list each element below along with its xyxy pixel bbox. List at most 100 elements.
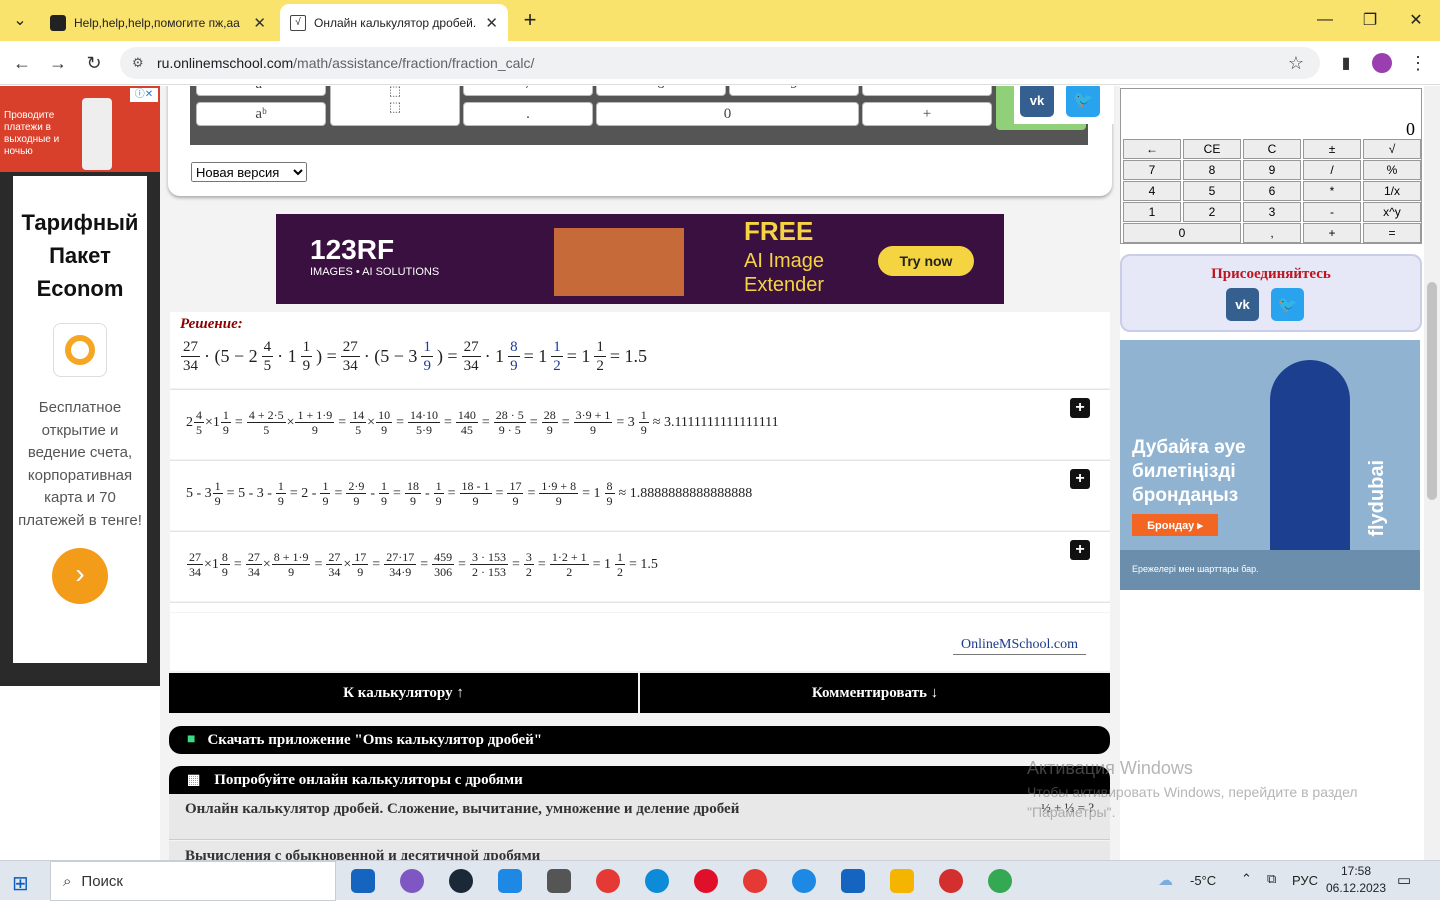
app3-icon[interactable] [939,869,963,893]
key-plus[interactable]: + [862,102,992,126]
close-tab-icon[interactable]: ✕ [253,14,266,32]
side-calc-key[interactable]: , [1243,223,1301,243]
side-calc-key[interactable]: 1/x [1363,181,1421,201]
yandex-icon[interactable] [596,869,620,893]
side-calc-key[interactable]: 7 [1123,160,1181,180]
side-calc-key[interactable]: CE [1183,139,1241,159]
tab-search-icon[interactable]: ⌄ [8,8,32,32]
side-calc-key[interactable]: 5 [1183,181,1241,201]
new-tab-button[interactable]: + [518,7,542,32]
fraction-key[interactable]: ⬚ ⬚ [330,86,460,126]
bookmark-star-icon[interactable]: ☆ [1288,53,1304,74]
chevron-up-icon[interactable]: ⌃ [1241,871,1252,887]
key-minus[interactable]: - [862,86,992,96]
vk-icon[interactable]: vk [1226,288,1259,321]
side-calc-key[interactable]: = [1363,223,1421,243]
url-input[interactable]: ⚙ ru.onlinemschool.com/math/assistance/f… [120,47,1320,79]
side-calc-key[interactable]: - [1303,202,1361,222]
store-icon[interactable] [351,869,375,893]
side-calc-key[interactable]: * [1303,181,1361,201]
side-panel-icon[interactable]: ▮ [1334,51,1358,75]
search-icon: ⌕ [63,872,72,890]
side-calc-key[interactable]: % [1363,160,1421,180]
download-app-bar[interactable]: ■ Скачать приложение "Oms калькулятор дро… [169,726,1110,754]
to-calculator-button[interactable]: К калькулятору ↑ [169,673,638,713]
app2-icon[interactable] [792,869,816,893]
opera-icon[interactable] [694,869,718,893]
side-calc-key[interactable]: 8 [1183,160,1241,180]
flydubai-ad[interactable]: Дубайға әуе билетіңізді брондаңыз Бронда… [1120,340,1420,590]
version-select[interactable]: Новая версия [191,162,307,182]
main-content: a² aᵇ ⬚⬚ 7 8 9 - . 0 + vk 🐦 Новая версия… [160,86,1120,860]
side-calc-key[interactable]: 0 [1123,223,1241,243]
notifications-icon[interactable]: ▭ [1397,871,1411,889]
network-icon[interactable]: ⧉ [1267,871,1276,887]
calculator-link-item[interactable]: Онлайн калькулятор дробей. Сложение, выч… [169,794,1110,840]
side-calc-key[interactable]: 1 [1123,202,1181,222]
back-button[interactable]: ← [10,51,34,75]
side-calc-key[interactable]: 3 [1243,202,1301,222]
side-calc-key[interactable]: + [1303,223,1361,243]
stewardess-figure [1270,360,1350,550]
expand-step-button[interactable]: + [1070,540,1090,560]
side-calc-key[interactable]: 4 [1123,181,1181,201]
side-calc-key[interactable]: / [1303,160,1361,180]
step-expression: 27 34 ×1 8 9 = 27 34 × 8 + 1·9 9 = 27 34 × 17 9 = 27·17 34·… [187,550,658,579]
site-link[interactable]: OnlineMSchool.com [952,637,1086,655]
key-8[interactable]: 8 [596,86,726,96]
steam-icon[interactable] [449,869,473,893]
side-calc-key[interactable]: x^y [1363,202,1421,222]
maximize-button[interactable]: ❐ [1358,8,1382,32]
key-dot[interactable]: . [463,102,593,126]
twitter-icon[interactable]: 🐦 [1271,288,1304,321]
side-calc-key[interactable]: 9 [1243,160,1301,180]
site-info-icon[interactable]: ⚙ [132,55,144,71]
expand-step-button[interactable]: + [1070,398,1090,418]
side-calc-key[interactable]: √ [1363,139,1421,159]
reload-button[interactable]: ↻ [82,51,106,75]
copilot-icon[interactable] [400,869,424,893]
side-calc-key[interactable]: ± [1303,139,1361,159]
mail-icon[interactable] [498,869,522,893]
ad-arrow-button[interactable]: › [52,548,108,604]
try-now-button[interactable]: Try now [878,246,974,276]
side-calc-key[interactable]: 6 [1243,181,1301,201]
comment-button[interactable]: Комментировать ↓ [640,673,1110,713]
chrome-icon[interactable] [988,869,1012,893]
forward-button[interactable]: → [46,51,70,75]
expand-step-button[interactable]: + [1070,469,1090,489]
ad-book-button[interactable]: Брондау ▸ [1132,514,1218,536]
windows-start-icon[interactable]: ⊞ [12,871,29,896]
tab-fraction-calc[interactable]: √ Онлайн калькулятор дробей. В ✕ [280,4,508,41]
tab-help[interactable]: Help,help,help,помогите пж,аа ✕ [40,4,276,41]
banner-ad[interactable]: 123RF IMAGES • AI SOLUTIONS FREE AI Imag… [276,214,1004,304]
phone-image [82,98,112,170]
scrollbar-thumb[interactable] [1427,282,1437,500]
key-7[interactable]: 7 [463,86,593,96]
profile-avatar[interactable] [1372,53,1392,73]
key-9[interactable]: 9 [729,86,859,96]
app-icon[interactable] [547,869,571,893]
menu-icon[interactable]: ⋮ [1406,51,1430,75]
edge-icon[interactable] [645,869,669,893]
taskbar-search[interactable]: ⌕ Поиск [50,861,336,901]
side-calc-key[interactable]: 2 [1183,202,1241,222]
minimize-button[interactable]: — [1313,8,1337,32]
calculator-link-item[interactable]: Вычисления с обыкновенной и десятичной д… [169,841,1110,860]
bank-logo [53,323,107,377]
ad-close-icon[interactable]: ⓘ✕ [130,88,158,102]
close-window-button[interactable]: ✕ [1404,8,1428,32]
left-ad[interactable]: Проводите платежи в выходные и ночью ⓘ✕ … [0,86,160,686]
square-key[interactable]: a² [196,86,326,96]
key-0[interactable]: 0 [596,102,859,126]
close-tab-icon[interactable]: ✕ [485,14,498,32]
xbox-icon[interactable] [841,869,865,893]
twitter-icon[interactable]: 🐦 [1066,86,1100,117]
file-explorer-icon[interactable] [890,869,914,893]
yandex-browser-icon[interactable] [743,869,767,893]
side-calc-key[interactable]: C [1243,139,1301,159]
side-calc-key[interactable]: ← [1123,139,1181,159]
page-scrollbar[interactable] [1424,86,1440,860]
power-key[interactable]: aᵇ [196,102,326,126]
vk-icon[interactable]: vk [1020,86,1054,117]
